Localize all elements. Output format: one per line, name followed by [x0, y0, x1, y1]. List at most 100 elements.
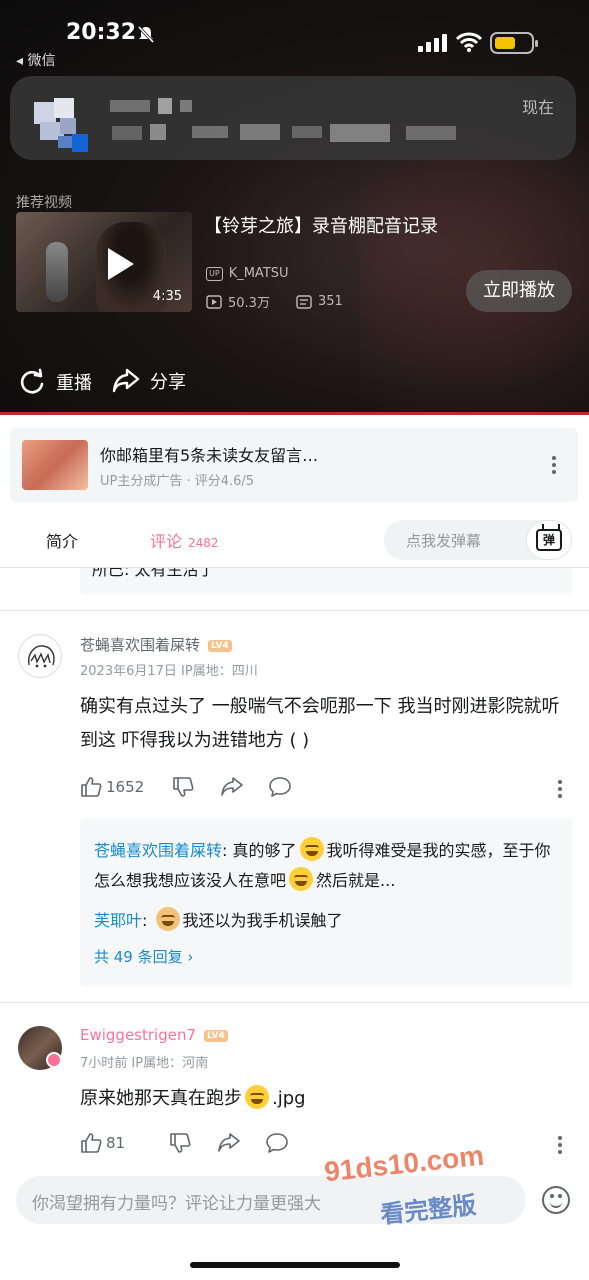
comment-actions: 1652 [80, 776, 292, 798]
comment-username-text: 苍蝇喜欢围着屎转 [80, 636, 201, 654]
share-comment-button[interactable] [220, 776, 244, 798]
comment-more-icon[interactable] [558, 780, 562, 798]
like-count: 81 [106, 1134, 126, 1152]
comment-username[interactable]: 苍蝇喜欢围着屎转 LV4 [80, 634, 232, 655]
recommended-video-thumbnail[interactable]: 4:35 [16, 212, 192, 312]
chat-bubble-icon [269, 777, 291, 797]
reply-button[interactable] [265, 1132, 289, 1154]
comment-divider [0, 610, 589, 611]
ad-more-icon[interactable] [552, 456, 556, 474]
comment-meta: 2023年6月17日 IP属地：四川 [80, 664, 258, 679]
recommended-video-label: 推荐视频 [16, 195, 72, 211]
play-icon [108, 248, 134, 280]
like-button[interactable]: 81 [80, 1132, 125, 1154]
ad-banner[interactable]: 你邮箱里有5条未读女友留言… UP主分成广告 · 评分4.6/5 [10, 428, 578, 502]
reply-colon: : [222, 841, 233, 860]
reply-username[interactable]: 苍蝇喜欢围着屎转 [94, 841, 222, 860]
comment-input-placeholder: 你渴望拥有力量吗？评论让力量更强大 [32, 1194, 321, 1214]
thumb-down-icon [170, 1133, 191, 1153]
status-time: 20:32 [66, 20, 137, 45]
chat-bubble-icon [266, 1133, 288, 1153]
ad-title: 你邮箱里有5条未读女友留言… [100, 446, 319, 465]
cellular-signal-icon [418, 34, 447, 52]
tab-comments[interactable]: 评论 2482 [150, 528, 219, 552]
bell-mute-icon [137, 25, 155, 44]
reply-preview-box[interactable]: 苍蝇喜欢围着屎转: 真的够了 我听得难受是我的实感，至于你怎么想我想应该没人在意吧… [80, 818, 572, 986]
comment-text: 原来她那天真在跑步 .jpg [80, 1082, 570, 1116]
comment-text-part: 原来她那天真在跑步 [80, 1088, 242, 1109]
share-arrow-icon [112, 368, 140, 393]
back-to-wechat-link[interactable]: ◂ 微信 [16, 50, 55, 70]
player-progress-line [0, 412, 589, 415]
crying-emoji-icon [299, 837, 324, 861]
share-icon [221, 777, 243, 796]
video-player[interactable]: 20:32 ◂ 微信 现在 推荐视频 4:35 【铃芽之旅】录音棚配音记录 UP… [0, 0, 589, 414]
comment-more-icon[interactable] [558, 1136, 562, 1154]
reply-text: 我还以为我手机误触了 [182, 911, 343, 930]
crying-emoji-icon [245, 1085, 269, 1109]
microphone-image [46, 242, 68, 302]
video-duration: 4:35 [152, 289, 182, 304]
recommended-video-title[interactable]: 【铃芽之旅】录音棚配音记录 [204, 212, 438, 238]
shiba-dog-emoji-icon [155, 907, 180, 931]
view-count-icon [206, 294, 222, 309]
reply-text-part: 然后就是... [316, 871, 396, 890]
danmaku-count-icon [296, 294, 312, 309]
dislike-button[interactable] [172, 776, 194, 798]
status-bar: 20:32 ◂ 微信 [0, 0, 589, 69]
danmaku-tv-icon: 弹 [536, 529, 562, 551]
play-now-button[interactable]: 立即播放 [466, 270, 572, 312]
level-badge: LV4 [208, 639, 232, 652]
reply-colon: : [142, 911, 153, 930]
crying-emoji-icon [289, 867, 314, 891]
reply-button[interactable] [268, 776, 292, 798]
dislike-button[interactable] [169, 1132, 191, 1154]
comment-username-text: Ewiggestrigen7 [80, 1026, 197, 1044]
tab-intro[interactable]: 简介 [46, 528, 78, 552]
uploader-icon: UP [206, 266, 223, 281]
reply-item: 芙耶叶: 我还以为我手机误触了 [94, 906, 560, 936]
comment-divider [0, 1002, 589, 1003]
like-button[interactable]: 1652 [80, 776, 144, 798]
comment-username[interactable]: Ewiggestrigen7 LV4 [80, 1026, 228, 1044]
share-button[interactable]: 分享 [112, 368, 186, 394]
reply-username[interactable]: 芙耶叶 [94, 911, 142, 930]
share-label: 分享 [150, 372, 186, 393]
thumb-up-icon [81, 777, 102, 797]
danmaku-count: 351 [317, 294, 343, 309]
notification-time: 现在 [521, 98, 554, 117]
ad-subtitle: UP主分成广告 · 评分4.6/5 [100, 474, 255, 489]
notification-content-blurred [110, 98, 500, 146]
replay-button[interactable]: 重播 [18, 368, 92, 396]
danmaku-input[interactable]: 点我发弹幕 弹 [384, 520, 572, 560]
view-all-replies-link[interactable]: 共 49 条回复 › [94, 946, 193, 967]
recommended-video-uploader: UP K_MATSU [206, 266, 289, 281]
thumb-down-icon [173, 777, 194, 797]
replay-icon [20, 368, 44, 394]
reply-text-part: 真的够了 [232, 841, 297, 860]
notification-banner[interactable]: 现在 [10, 76, 576, 160]
battery-icon [490, 32, 538, 54]
home-indicator[interactable] [190, 1262, 400, 1268]
tab-comments-count: 2482 [188, 536, 219, 550]
comment-meta: 7小时前 IP属地：河南 [80, 1056, 209, 1071]
wifi-icon [456, 32, 482, 52]
emoji-picker-icon[interactable] [542, 1186, 570, 1214]
danmaku-placeholder: 点我发弹幕 [406, 532, 482, 550]
tab-comments-label: 评论 [150, 532, 183, 551]
uploader-name: K_MATSU [228, 266, 289, 281]
thumb-up-icon [81, 1133, 102, 1153]
comment-avatar[interactable] [18, 634, 62, 678]
reply-item: 苍蝇喜欢围着屎转: 真的够了 我听得难受是我的实感，至于你怎么想我想应该没人在意吧… [94, 836, 560, 896]
share-comment-button[interactable] [217, 1132, 241, 1154]
comment-text: 确实有点过头了 一般喘气不会呃那一下 我当时刚进影院就听到这 吓得我以为进错地方… [80, 696, 560, 751]
previous-reply-fragment: 所巳: 太有生活了 [80, 568, 572, 594]
avatar-badge-icon [46, 1052, 62, 1068]
notification-avatar-blurred [34, 98, 90, 154]
comment-text-part: .jpg [272, 1088, 306, 1109]
replay-label: 重播 [56, 373, 92, 394]
danmaku-toggle-button[interactable]: 弹 [526, 520, 572, 560]
previous-reply-text: 所巳: 太有生活了 [92, 568, 215, 579]
recommended-video-stats: 50.3万 351 [206, 292, 343, 311]
cartoon-avatar-icon [28, 645, 55, 668]
